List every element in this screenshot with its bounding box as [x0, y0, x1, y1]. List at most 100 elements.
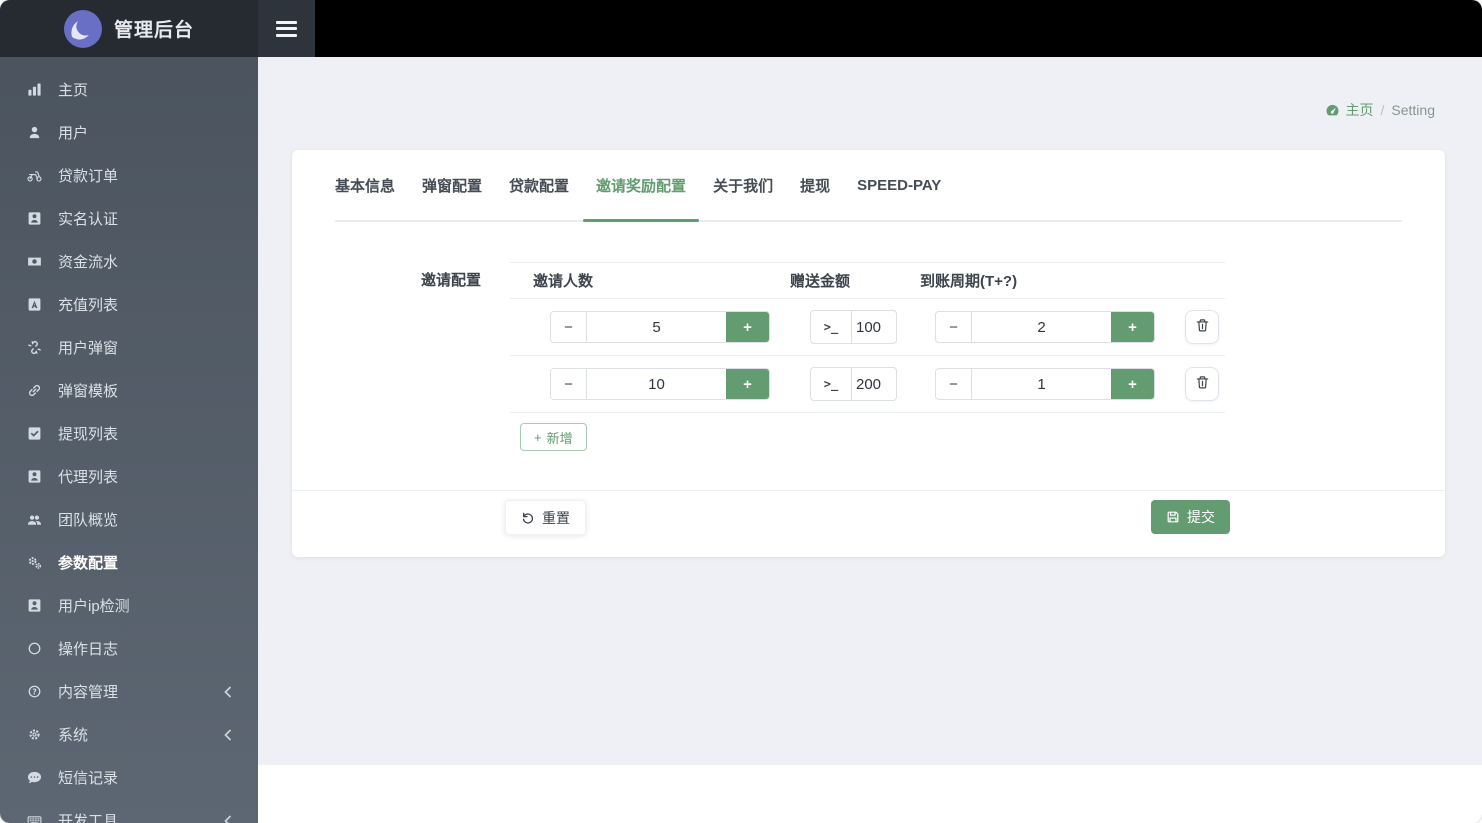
submit-button[interactable]: 提交 [1151, 500, 1230, 534]
sidebar-item[interactable]: 主页 [0, 68, 258, 111]
gauge-icon [1325, 103, 1340, 118]
recharge-icon [25, 297, 43, 312]
invite-count-decrement-button[interactable]: − [551, 369, 587, 399]
reset-label: 重置 [542, 509, 570, 526]
column-header-arrival-period: 到账周期(T+?) [920, 273, 1018, 290]
arrival-period-input[interactable] [972, 369, 1111, 399]
invite-count-increment-button[interactable]: + [726, 369, 769, 399]
sidebar-header: 管理后台 [0, 0, 258, 57]
arrival-period-decrement-button[interactable]: − [936, 312, 972, 342]
breadcrumb-separator: / [1380, 102, 1385, 118]
sidebar-item[interactable]: 用户ip检测 [0, 584, 258, 627]
sidebar-item[interactable]: 代理列表 [0, 455, 258, 498]
sidebar-item[interactable]: 团队概览 [0, 498, 258, 541]
check-square-icon [25, 426, 43, 441]
minus-icon: − [564, 375, 573, 393]
tab[interactable]: 邀请奖励配置 [583, 150, 700, 222]
circle-icon [25, 641, 43, 656]
app-logo-icon [63, 9, 102, 48]
undo-icon [522, 512, 534, 524]
sidebar-item[interactable]: 资金流水 [0, 240, 258, 283]
add-row-button[interactable]: + 新增 [520, 423, 587, 451]
sidebar-item[interactable]: 实名认证 [0, 197, 258, 240]
settings-tabs: 基本信息 弹窗配置 贷款配置 邀请奖励配置 关于我们 提现 SPEED-PAY [335, 150, 1402, 222]
topbar [258, 0, 1482, 57]
arrival-period-input[interactable] [972, 312, 1111, 342]
sidebar-item[interactable]: 参数配置 [0, 541, 258, 584]
tab[interactable]: SPEED-PAY [857, 150, 941, 220]
reward-amount-field: >_ [810, 310, 897, 344]
reset-button[interactable]: 重置 [505, 500, 586, 535]
column-header-invite-count: 邀请人数 [533, 273, 594, 290]
money-icon [25, 254, 43, 269]
hamburger-icon [276, 20, 297, 37]
breadcrumb-home-link[interactable]: 主页 [1325, 100, 1374, 120]
tab[interactable]: 基本信息 [335, 150, 395, 220]
sidebar-toggle-button[interactable] [258, 0, 315, 57]
sidebar-item[interactable]: ? 内容管理 [0, 670, 258, 713]
chevron-left-icon [224, 814, 234, 823]
invite-count-increment-button[interactable]: + [726, 312, 769, 342]
terminal-prompt-icon: >_ [811, 311, 852, 343]
trash-icon [1195, 375, 1210, 393]
plus-icon: + [743, 318, 752, 336]
terminal-prompt-icon: >_ [811, 368, 852, 400]
sidebar-item[interactable]: 系统 [0, 713, 258, 756]
table-row: − + >_ [510, 299, 1225, 356]
plus-icon: + [534, 429, 542, 445]
svg-text:?: ? [32, 687, 36, 696]
sidebar-item[interactable]: 操作日志 [0, 627, 258, 670]
sidebar-item[interactable]: 短信记录 [0, 756, 258, 799]
tab[interactable]: 关于我们 [713, 150, 773, 220]
sidebar-item[interactable]: 充值列表 [0, 283, 258, 326]
bar-chart-icon [25, 82, 43, 97]
tab[interactable]: 提现 [800, 150, 830, 220]
table-header-row: 邀请人数 赠送金额 到账周期(T+?) [510, 262, 1225, 299]
settings-card: 基本信息 弹窗配置 贷款配置 邀请奖励配置 关于我们 提现 SPEED-PAY … [292, 150, 1445, 557]
sidebar-item[interactable]: 开发工具 [0, 799, 258, 823]
invite-count-decrement-button[interactable]: − [551, 312, 587, 342]
app-title: 管理后台 [113, 20, 194, 41]
tab[interactable]: 贷款配置 [509, 150, 569, 220]
form-group-label: 邀请配置 [420, 272, 481, 289]
sidebar-item[interactable]: 用户 [0, 111, 258, 154]
invite-config-form: 邀请配置 邀请人数 赠送金额 到账周期(T+?) − 5 + >_ 100 − … [292, 262, 1445, 451]
plus-icon: + [743, 375, 752, 393]
add-row-label: 新增 [546, 430, 573, 446]
save-icon [1167, 511, 1179, 523]
delete-row-button[interactable] [1185, 367, 1219, 401]
tab[interactable]: 弹窗配置 [422, 150, 482, 220]
column-header-reward-amount: 赠送金额 [790, 273, 851, 290]
invite-count-input[interactable] [587, 312, 726, 342]
reward-amount-input[interactable] [852, 311, 890, 343]
arrival-period-decrement-button[interactable]: − [936, 369, 972, 399]
invite-count-input[interactable] [587, 369, 726, 399]
invite-count-stepper: − + [550, 311, 770, 343]
chevron-left-icon [224, 728, 234, 741]
id-card-icon [25, 211, 43, 226]
question-circle-icon: ? [25, 684, 43, 699]
motorcycle-icon [25, 168, 43, 183]
reward-amount-field: >_ [810, 367, 897, 401]
sidebar-item[interactable]: 提现列表 [0, 412, 258, 455]
arrival-period-stepper: − + [935, 368, 1155, 400]
reward-amount-input[interactable] [852, 368, 890, 400]
minus-icon: − [564, 318, 573, 336]
gear-icon [25, 727, 43, 742]
arrival-period-increment-button[interactable]: + [1111, 369, 1154, 399]
table-row: − + >_ [510, 356, 1225, 413]
app-window: 管理后台 主页 用户 贷款订单 实名认证 资金流水 充值列表 用户弹窗 弹窗模板… [0, 0, 1482, 823]
link-icon [25, 383, 43, 398]
page-bottom-strip [258, 765, 1482, 823]
plus-icon: + [1128, 375, 1137, 393]
delete-row-button[interactable] [1185, 310, 1219, 344]
sidebar-item[interactable]: 用户弹窗 [0, 326, 258, 369]
sidebar-item[interactable]: 弹窗模板 [0, 369, 258, 412]
submit-label: 提交 [1187, 509, 1215, 525]
breadcrumb-current: Setting [1391, 102, 1435, 118]
invite-config-table: 邀请人数 赠送金额 到账周期(T+?) − 5 + >_ 100 − 2 + −… [510, 262, 1225, 451]
breadcrumb: 主页 / Setting [258, 100, 1435, 120]
main-area: 主页 / Setting 基本信息 弹窗配置 贷款配置 邀请奖励配置 关于我们 … [258, 0, 1482, 823]
sidebar-item[interactable]: 贷款订单 [0, 154, 258, 197]
arrival-period-increment-button[interactable]: + [1111, 312, 1154, 342]
